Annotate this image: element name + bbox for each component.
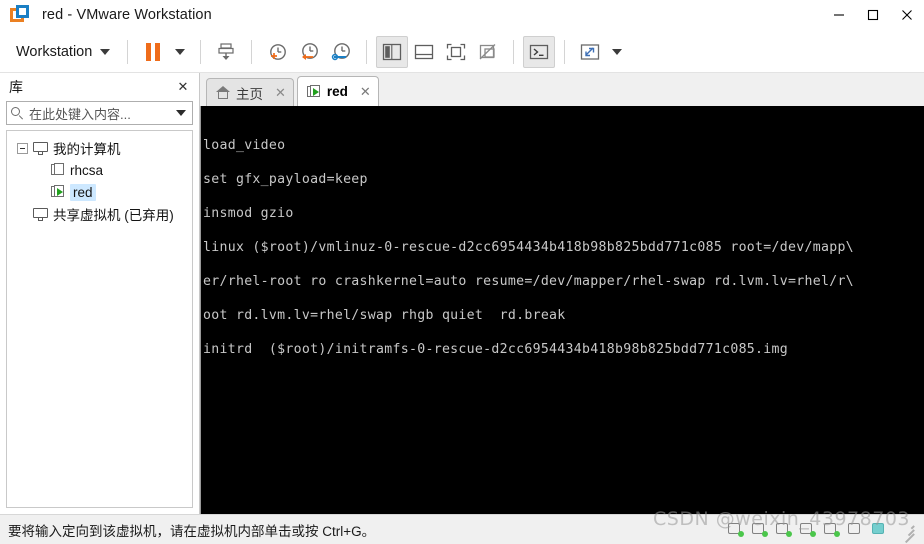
tree-item-label: rhcsa [70, 162, 104, 178]
unity-mode-button[interactable] [472, 36, 504, 68]
vm-running-icon [306, 84, 321, 99]
search-icon [11, 106, 24, 120]
grub-edit-screen: load_video set gfx_payload=keep insmod g… [201, 106, 854, 514]
thumbnail-bar-icon [415, 44, 434, 59]
close-library-icon[interactable]: ✕ [175, 79, 191, 95]
home-icon [216, 86, 230, 99]
console-line: oot rd.lvm.lv=rhel/swap rhgb quiet rd.br… [203, 308, 566, 323]
tab-strip: 主页 ✕ red ✕ [200, 73, 924, 106]
chevron-down-icon [175, 48, 186, 55]
console-line: set gfx_payload=keep [203, 172, 368, 187]
stretch-dropdown-button[interactable] [606, 36, 628, 68]
snapshot-save-icon [218, 42, 234, 60]
vm-console[interactable]: load_video set gfx_payload=keep insmod g… [200, 106, 924, 514]
title-bar: red - VMware Workstation [0, 0, 924, 31]
status-bar: 要将输入定向到该虚拟机，请在虚拟机内部单击或按 Ctrl+G。 [0, 514, 924, 544]
tree-item-shared-vms[interactable]: 共享虚拟机 (已弃用) [11, 203, 188, 225]
library-tree: 我的计算机 rhcsa red 共享虚拟机 (已弃用) [6, 130, 193, 508]
minimize-icon[interactable] [822, 0, 856, 31]
power-dropdown-button[interactable] [169, 36, 191, 68]
search-placeholder: 在此处键入内容... [29, 106, 131, 122]
maximize-icon[interactable] [856, 0, 890, 31]
hard-disk-status-icon[interactable] [728, 523, 744, 537]
tree-item-label: 共享虚拟机 (已弃用) [53, 208, 174, 223]
library-panel: 库 ✕ 在此处键入内容... 我的计算机 rhcsa red 共享虚拟机 (已弃… [0, 73, 200, 514]
chevron-down-icon [100, 48, 111, 55]
toolbar-divider [200, 39, 202, 64]
console-line: er/rhel-root ro crashkernel=auto resume=… [203, 274, 854, 289]
library-title: 库 [9, 79, 23, 95]
tab-close-icon[interactable]: ✕ [275, 85, 286, 101]
snapshot-manager-button[interactable] [325, 36, 357, 68]
tree-item-my-computer[interactable]: 我的计算机 [11, 137, 188, 159]
terminal-prompt-icon [530, 44, 549, 59]
tree-item-label: red [70, 183, 96, 201]
suspend-button[interactable] [137, 36, 169, 68]
toolbar-divider [564, 39, 566, 64]
library-search-input[interactable]: 在此处键入内容... [6, 101, 193, 125]
expand-arrows-icon [581, 43, 600, 60]
fullscreen-button[interactable] [440, 36, 472, 68]
cd-dvd-status-icon[interactable] [752, 523, 768, 537]
display-status-icon[interactable] [872, 523, 887, 536]
vmware-logo-icon [10, 5, 30, 25]
stretch-view-button[interactable] [574, 36, 606, 68]
clock-wrench-icon [332, 42, 351, 60]
workstation-menu-label: Workstation [16, 43, 93, 60]
toolbar-divider [366, 39, 368, 64]
toolbar-divider [251, 39, 253, 64]
close-icon[interactable] [890, 0, 924, 31]
main-body: 库 ✕ 在此处键入内容... 我的计算机 rhcsa red 共享虚拟机 (已弃… [0, 73, 924, 514]
tab-close-icon[interactable]: ✕ [360, 84, 371, 100]
window-title: red - VMware Workstation [42, 7, 212, 23]
sound-status-icon[interactable] [824, 523, 840, 537]
toolbar-divider [127, 39, 129, 64]
toolbar-divider [513, 39, 515, 64]
tree-item-red[interactable]: red [11, 181, 188, 203]
tab-label: red [326, 84, 348, 99]
vm-running-icon [51, 185, 65, 199]
pause-icon [146, 42, 161, 61]
status-message: 要将输入定向到该虚拟机，请在虚拟机内部单击或按 Ctrl+G。 [8, 523, 376, 539]
tree-item-rhcsa[interactable]: rhcsa [11, 159, 188, 181]
tree-item-label: 我的计算机 [53, 142, 121, 157]
resize-grip[interactable] [900, 523, 915, 543]
revert-snapshot-button[interactable] [293, 36, 325, 68]
console-line: linux ($root)/vmlinuz-0-rescue-d2cc69544… [203, 240, 854, 255]
sidebar-panel-icon [383, 43, 402, 60]
fullscreen-icon [447, 43, 466, 60]
chevron-down-icon[interactable] [176, 110, 186, 116]
manage-snapshot-button[interactable] [210, 36, 242, 68]
tab-home[interactable]: 主页 ✕ [206, 78, 294, 106]
network-status-icon[interactable] [776, 523, 792, 537]
window-controls [822, 0, 924, 31]
main-toolbar: Workstation [0, 31, 924, 73]
chevron-down-icon [612, 48, 623, 55]
show-library-button[interactable] [376, 35, 409, 68]
clock-back-icon [302, 42, 319, 60]
printer-status-icon[interactable] [848, 523, 863, 536]
workstation-menu-button[interactable]: Workstation [10, 40, 118, 64]
take-snapshot-button[interactable] [261, 36, 293, 68]
device-status-icons [728, 523, 918, 543]
workspace-area: 主页 ✕ red ✕ load_video set gfx_payload=ke… [200, 73, 924, 514]
tab-label: 主页 [236, 86, 263, 102]
collapse-icon[interactable] [17, 142, 28, 154]
library-header: 库 ✕ [0, 73, 199, 101]
vm-icon [51, 163, 65, 177]
clock-plus-icon [270, 43, 287, 60]
console-line: initrd ($root)/initramfs-0-rescue-d2cc69… [203, 342, 789, 357]
console-line: insmod gzio [203, 206, 294, 221]
monitor-icon [33, 141, 48, 155]
usb-status-icon[interactable] [800, 523, 816, 537]
vmware-workstation-window: red - VMware Workstation Workstation 库 ✕… [0, 0, 924, 544]
console-view-button[interactable] [523, 35, 556, 68]
tab-red[interactable]: red ✕ [296, 76, 379, 106]
shared-vm-icon [33, 207, 48, 221]
unity-mode-icon [479, 43, 496, 59]
console-line: load_video [203, 138, 286, 153]
show-thumbnails-button[interactable] [408, 36, 440, 68]
